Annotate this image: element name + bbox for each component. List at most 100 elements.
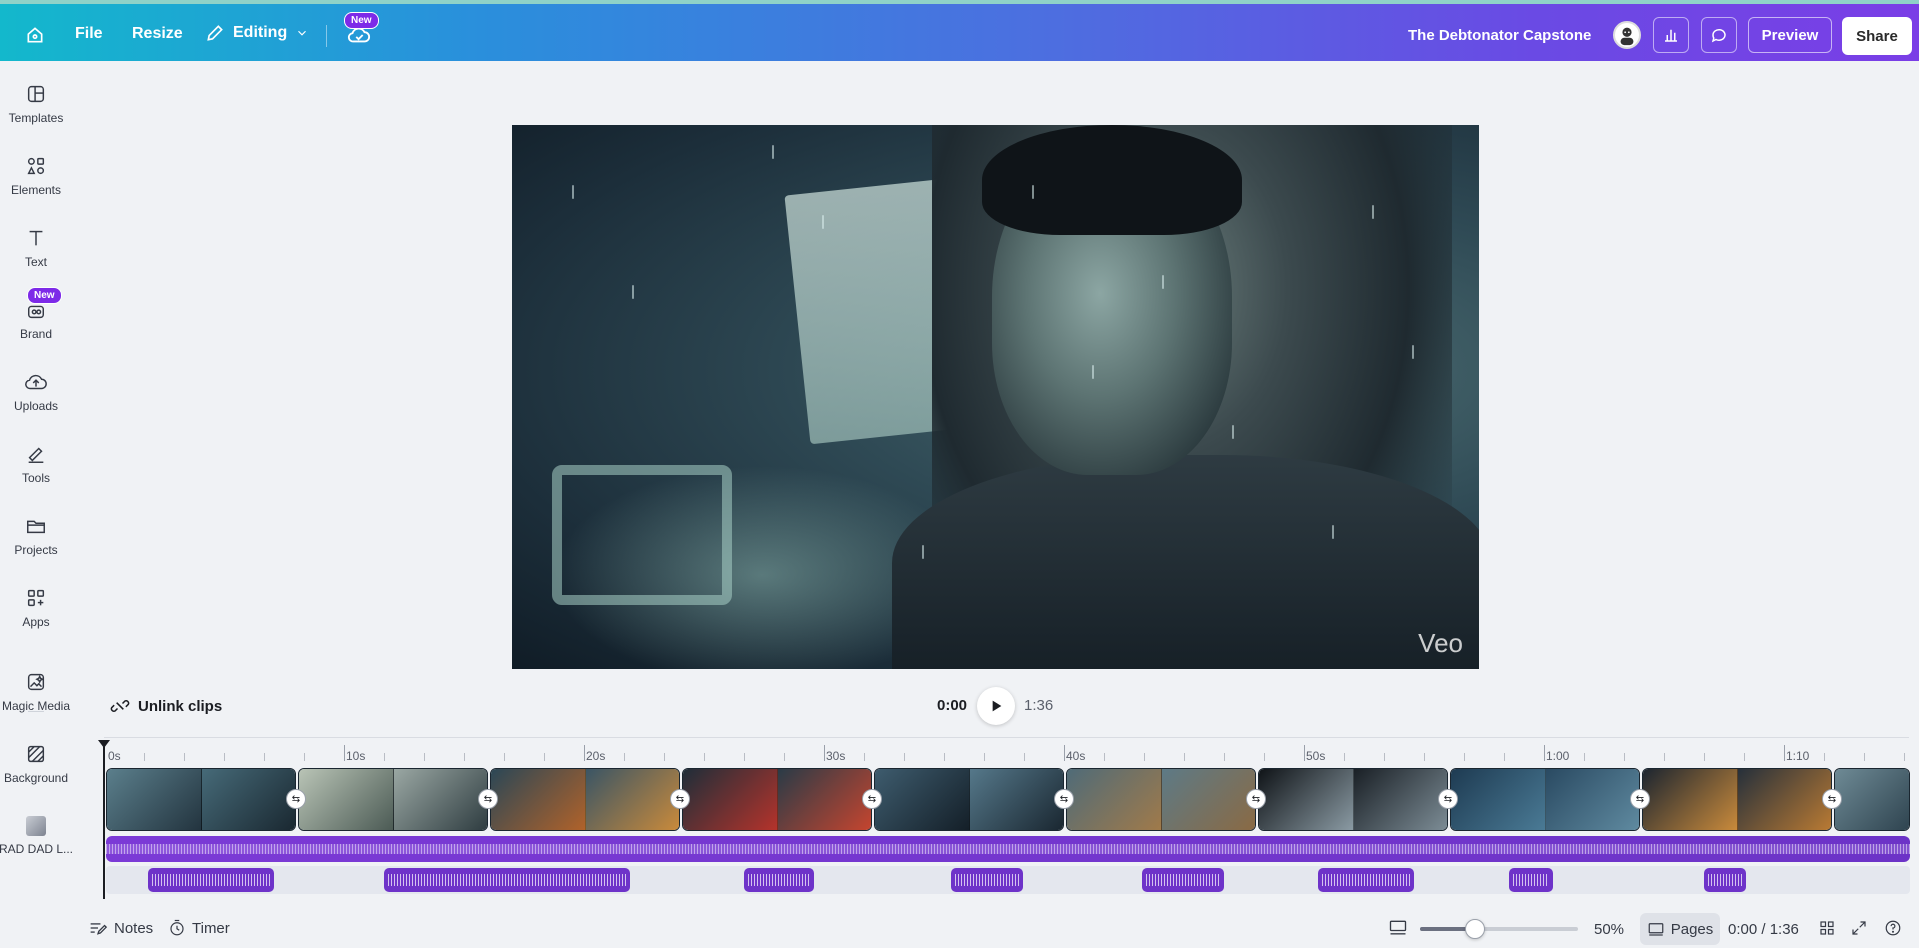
timer-button[interactable]: Timer bbox=[168, 919, 230, 937]
audio-clip[interactable] bbox=[1509, 868, 1553, 892]
grid-view-button[interactable] bbox=[1818, 919, 1836, 937]
file-menu-button[interactable]: File bbox=[75, 25, 103, 43]
playhead-handle[interactable] bbox=[98, 740, 110, 748]
timer-icon bbox=[170, 919, 184, 936]
transition-icon[interactable]: ⇆ bbox=[1438, 789, 1458, 809]
ruler-tick bbox=[304, 753, 305, 761]
video-clip[interactable] bbox=[1834, 768, 1910, 831]
rain-drop bbox=[1092, 365, 1094, 379]
audio-waveform bbox=[1322, 874, 1410, 886]
play-icon bbox=[992, 700, 1002, 712]
zoom-slider-handle[interactable] bbox=[1465, 919, 1486, 939]
sidebar-item-elements[interactable]: Elements bbox=[0, 155, 72, 197]
transition-icon[interactable]: ⇆ bbox=[1630, 789, 1650, 809]
ruler-label: 20s bbox=[586, 749, 606, 763]
elements-icon bbox=[27, 157, 45, 175]
play-button[interactable] bbox=[977, 687, 1015, 725]
sidebar-item-rad-dad[interactable]: RAD DAD L... bbox=[0, 816, 74, 856]
sidebar-item-label: Uploads bbox=[13, 399, 59, 413]
ruler-label: 10s bbox=[346, 749, 366, 763]
brand-icon bbox=[28, 305, 44, 319]
user-avatar[interactable] bbox=[1613, 21, 1641, 49]
preview-button[interactable]: Preview bbox=[1748, 17, 1832, 53]
page-time-readout: 0:00 / 1:36 bbox=[1728, 921, 1799, 938]
video-track: ⇆ ⇆ ⇆ ⇆ ⇆ ⇆ ⇆ ⇆ ⇆ bbox=[106, 768, 1910, 831]
video-canvas[interactable]: Veo bbox=[512, 125, 1479, 669]
rain-drop bbox=[572, 185, 574, 199]
unlink-clips-button[interactable]: Unlink clips bbox=[110, 696, 222, 716]
timeline-ruler[interactable]: 0s 10s 20s 30s 40s 50s 1:00 1:10 bbox=[104, 735, 1909, 765]
zoom-level[interactable]: 50% bbox=[1594, 921, 1624, 938]
audio-clip[interactable] bbox=[1318, 868, 1414, 892]
sidebar-item-uploads[interactable]: Uploads bbox=[0, 371, 72, 413]
audio-clip[interactable] bbox=[744, 868, 814, 892]
transition-icon[interactable]: ⇆ bbox=[670, 789, 690, 809]
video-clip[interactable] bbox=[1450, 768, 1640, 831]
pages-button[interactable]: Pages bbox=[1640, 913, 1720, 945]
ruler-tick bbox=[1384, 753, 1385, 761]
video-clip[interactable] bbox=[1066, 768, 1256, 831]
sidebar-item-apps[interactable]: Apps bbox=[0, 587, 72, 629]
sidebar-item-projects[interactable]: Projects bbox=[0, 515, 72, 557]
sidebar-item-tools[interactable]: Tools bbox=[0, 443, 72, 485]
transition-icon[interactable]: ⇆ bbox=[1822, 789, 1842, 809]
share-button[interactable]: Share bbox=[1842, 17, 1912, 55]
ruler-tick bbox=[944, 753, 945, 761]
audio-clip[interactable] bbox=[951, 868, 1023, 892]
sidebar-item-label: Tools bbox=[21, 471, 50, 485]
video-clip[interactable] bbox=[1258, 768, 1448, 831]
ruler-tick bbox=[664, 753, 665, 761]
ruler-tick bbox=[1064, 745, 1065, 761]
playhead-line[interactable] bbox=[103, 741, 105, 899]
audio-clip[interactable] bbox=[1142, 868, 1224, 892]
bottom-bar: Notes Timer 50% Pages 0:00 / 1:36 bbox=[0, 910, 1919, 948]
sidebar-item-background[interactable]: Background bbox=[0, 743, 72, 785]
transition-icon[interactable]: ⇆ bbox=[1054, 789, 1074, 809]
audio-waveform bbox=[388, 874, 626, 886]
ruler-tick bbox=[704, 753, 705, 761]
page-view-button[interactable] bbox=[1388, 918, 1408, 938]
transition-icon[interactable]: ⇆ bbox=[286, 789, 306, 809]
sidebar-item-label: Templates bbox=[8, 111, 64, 125]
ruler-label: 30s bbox=[826, 749, 846, 763]
grid-icon bbox=[1820, 921, 1834, 935]
audio-waveform bbox=[152, 874, 270, 886]
ruler-tick bbox=[224, 753, 225, 761]
help-button[interactable] bbox=[1884, 919, 1902, 937]
sidebar-item-label: RAD DAD L... bbox=[0, 842, 74, 856]
audio-clip[interactable] bbox=[148, 868, 274, 892]
home-button[interactable] bbox=[20, 20, 50, 50]
notes-button[interactable]: Notes bbox=[88, 919, 153, 937]
video-clip[interactable] bbox=[106, 768, 296, 831]
comments-button[interactable] bbox=[1701, 17, 1737, 53]
transition-icon[interactable]: ⇆ bbox=[862, 789, 882, 809]
insights-button[interactable] bbox=[1653, 17, 1689, 53]
ruler-tick bbox=[1504, 753, 1505, 761]
resize-button[interactable]: Resize bbox=[132, 25, 183, 43]
music-audio-track[interactable] bbox=[106, 836, 1910, 862]
transition-icon[interactable]: ⇆ bbox=[478, 789, 498, 809]
ruler-tick bbox=[584, 745, 585, 761]
video-clip[interactable] bbox=[490, 768, 680, 831]
document-title[interactable]: The Debtonator Capstone bbox=[1408, 27, 1591, 44]
transition-icon[interactable]: ⇆ bbox=[1246, 789, 1266, 809]
audio-clip[interactable] bbox=[384, 868, 630, 892]
sidebar-item-text[interactable]: Text bbox=[0, 227, 72, 269]
audio-clip[interactable] bbox=[1704, 868, 1746, 892]
ruler-tick bbox=[1704, 753, 1705, 761]
top-toolbar: File Resize Editing New The Debtonator C… bbox=[0, 0, 1919, 61]
editing-mode-dropdown[interactable]: Editing bbox=[205, 23, 309, 43]
fullscreen-button[interactable] bbox=[1850, 919, 1868, 937]
video-clip[interactable] bbox=[682, 768, 872, 831]
audio-waveform bbox=[1146, 874, 1220, 886]
ruler-tick bbox=[1184, 753, 1185, 761]
help-icon bbox=[1885, 920, 1901, 936]
sidebar-item-templates[interactable]: Templates bbox=[0, 83, 72, 125]
video-clip[interactable] bbox=[1642, 768, 1832, 831]
sidebar-item-label: Magic Media bbox=[1, 699, 71, 713]
video-clip[interactable] bbox=[874, 768, 1064, 831]
sidebar-item-magic-media[interactable]: Magic Media bbox=[0, 671, 72, 713]
sidebar-item-brand[interactable]: Brand bbox=[0, 301, 72, 341]
video-clip[interactable] bbox=[298, 768, 488, 831]
zoom-slider[interactable] bbox=[1420, 919, 1578, 939]
